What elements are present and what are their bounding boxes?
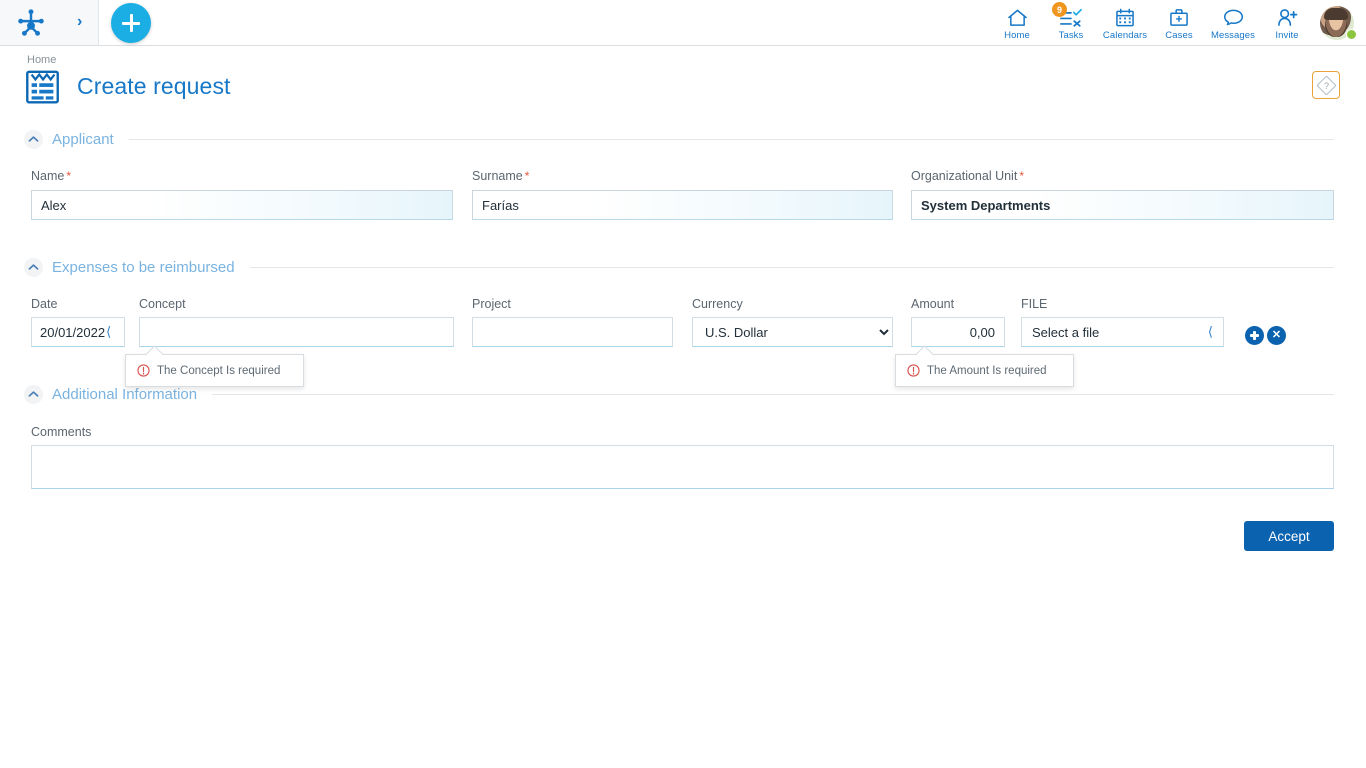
validation-message-concept: The Concept Is required bbox=[157, 364, 281, 377]
validation-message-amount: The Amount Is required bbox=[927, 364, 1047, 377]
validation-tooltip-amount: The Amount Is required bbox=[895, 354, 1074, 387]
nav-item-calendars-label: Calendars bbox=[1102, 29, 1148, 41]
file-select[interactable]: Select a file ⟨ bbox=[1021, 317, 1224, 347]
chevron-up-icon bbox=[28, 391, 39, 397]
required-marker: * bbox=[66, 169, 72, 183]
amount-input[interactable] bbox=[911, 317, 1005, 347]
section-divider bbox=[212, 393, 1334, 395]
tasks-badge: 9 bbox=[1052, 2, 1067, 17]
person-add-icon bbox=[1277, 7, 1298, 28]
name-input[interactable] bbox=[31, 190, 453, 220]
add-button[interactable] bbox=[111, 3, 151, 43]
label-organizational-unit: Organizational Unit * bbox=[911, 169, 1024, 183]
close-circle-icon: ✕ bbox=[1271, 329, 1282, 341]
section-header-expenses: Expenses to be reimbursed bbox=[24, 256, 1334, 278]
plus-circle-icon-vertical bbox=[1253, 331, 1256, 340]
avatar-hair bbox=[1324, 7, 1348, 20]
project-input[interactable] bbox=[472, 317, 673, 347]
svg-text:?: ? bbox=[1323, 80, 1328, 90]
required-marker: * bbox=[524, 169, 530, 183]
label-project: Project bbox=[472, 297, 511, 311]
global-nav-icons: Home 9 Tasks Calendars Cases Messages In… bbox=[990, 0, 1360, 45]
label-surname-text: Surname bbox=[472, 169, 523, 183]
nav-item-tasks[interactable]: 9 Tasks bbox=[1044, 0, 1098, 45]
label-file: FILE bbox=[1021, 297, 1048, 311]
chat-bubble-icon bbox=[1223, 7, 1244, 28]
plus-icon-vertical bbox=[129, 14, 133, 32]
chevron-left-icon[interactable]: ⟨ bbox=[1208, 324, 1213, 340]
home-icon bbox=[1007, 7, 1028, 28]
help-button[interactable]: ? bbox=[1312, 71, 1340, 99]
section-title-applicant: Applicant bbox=[52, 130, 114, 148]
flatworks-logo-icon[interactable] bbox=[16, 8, 46, 38]
label-name: Name * bbox=[31, 169, 71, 183]
label-currency: Currency bbox=[692, 297, 743, 311]
comments-textarea[interactable] bbox=[31, 445, 1334, 489]
nav-item-home-label: Home bbox=[1004, 29, 1030, 41]
nav-item-invite[interactable]: Invite bbox=[1260, 0, 1314, 45]
label-date: Date bbox=[31, 297, 58, 311]
currency-select[interactable]: U.S. Dollar bbox=[692, 317, 893, 347]
warning-circle-icon bbox=[137, 364, 150, 377]
collapse-toggle-additional[interactable] bbox=[24, 384, 43, 404]
section-header-applicant: Applicant bbox=[24, 128, 1334, 150]
remove-row-button[interactable]: ✕ bbox=[1267, 326, 1286, 345]
chevron-up-icon bbox=[28, 136, 39, 142]
chevron-right-icon[interactable]: › bbox=[77, 13, 82, 32]
concept-input[interactable] bbox=[139, 317, 454, 347]
briefcase-icon bbox=[1169, 7, 1189, 28]
nav-item-messages[interactable]: Messages bbox=[1206, 0, 1260, 45]
date-value: 20/01/2022 bbox=[40, 324, 106, 340]
file-placeholder-text: Select a file bbox=[1032, 324, 1100, 340]
collapse-toggle-expenses[interactable] bbox=[24, 257, 43, 277]
label-amount: Amount bbox=[911, 297, 955, 311]
brand-panel: › bbox=[0, 0, 99, 45]
label-surname: Surname * bbox=[472, 169, 529, 183]
nav-item-home[interactable]: Home bbox=[990, 0, 1044, 45]
section-title-expenses: Expenses to be reimbursed bbox=[52, 258, 235, 276]
label-name-text: Name bbox=[31, 169, 65, 183]
nav-item-invite-label: Invite bbox=[1275, 29, 1299, 41]
collapse-toggle-applicant[interactable] bbox=[24, 129, 43, 149]
calendar-caret-icon[interactable]: ⟨ bbox=[106, 324, 111, 340]
label-organizational-unit-text: Organizational Unit bbox=[911, 169, 1018, 183]
date-input[interactable]: 20/01/2022 ⟨ bbox=[31, 317, 125, 347]
section-divider bbox=[128, 138, 1334, 140]
breadcrumb[interactable]: Home bbox=[27, 54, 56, 66]
clipboard-form-icon bbox=[26, 70, 59, 104]
nav-item-messages-label: Messages bbox=[1210, 29, 1256, 41]
organizational-unit-input[interactable] bbox=[911, 190, 1334, 220]
nav-item-calendars[interactable]: Calendars bbox=[1098, 0, 1152, 45]
add-row-button[interactable] bbox=[1245, 326, 1264, 345]
nav-item-tasks-label: Tasks bbox=[1058, 29, 1084, 41]
accept-button[interactable]: Accept bbox=[1244, 521, 1334, 551]
section-divider bbox=[249, 266, 1334, 268]
validation-tooltip-concept: The Concept Is required bbox=[125, 354, 304, 387]
avatar[interactable] bbox=[1314, 0, 1360, 45]
help-diamond-icon: ? bbox=[1316, 75, 1336, 95]
status-online-indicator bbox=[1346, 29, 1357, 40]
warning-circle-icon bbox=[907, 364, 920, 377]
nav-item-cases-label: Cases bbox=[1165, 29, 1193, 41]
required-marker: * bbox=[1019, 169, 1024, 183]
surname-input[interactable] bbox=[472, 190, 893, 220]
page-title: Create request bbox=[77, 73, 231, 99]
nav-item-cases[interactable]: Cases bbox=[1152, 0, 1206, 45]
label-comments: Comments bbox=[31, 425, 92, 439]
top-navigation-bar: › Home 9 Tasks Calendars Cases Messages … bbox=[0, 0, 1366, 46]
page-header: Create request bbox=[24, 68, 231, 105]
label-concept: Concept bbox=[139, 297, 186, 311]
calendar-icon bbox=[1115, 7, 1135, 28]
section-title-additional: Additional Information bbox=[52, 385, 198, 403]
chevron-up-icon bbox=[28, 264, 39, 270]
